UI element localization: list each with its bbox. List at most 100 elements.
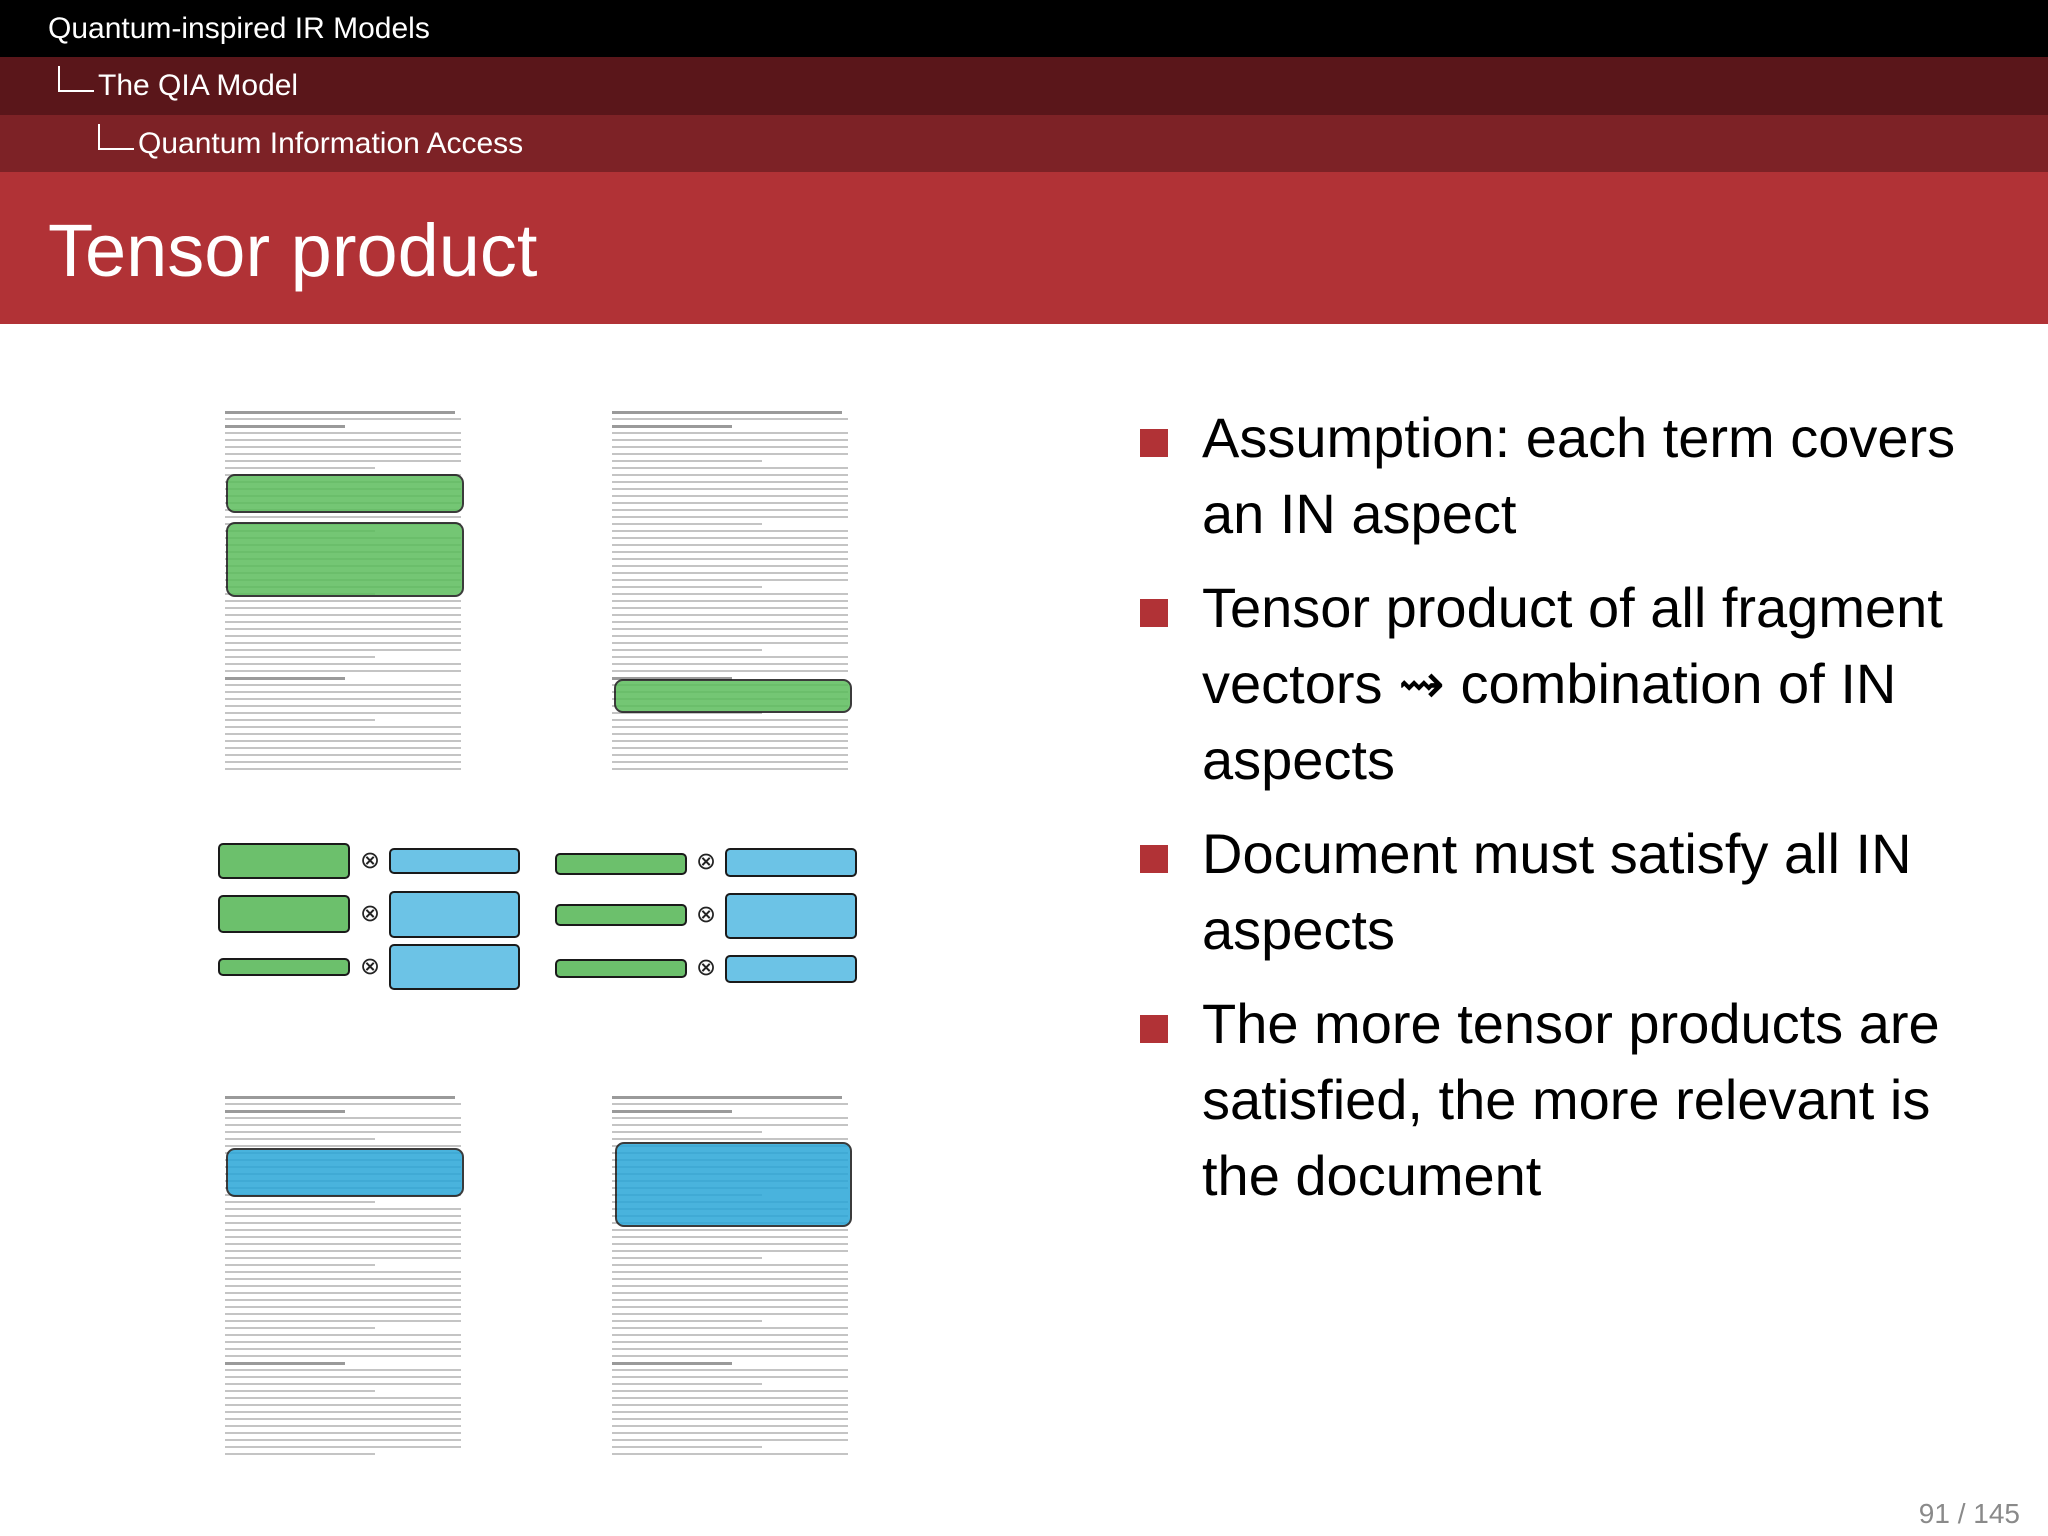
bullet-item: The more tensor products are satisfied, … [1140,986,1960,1214]
term-fragment-bar [218,895,350,933]
thumbnail-text-line [225,1243,461,1245]
thumbnail-text-line [612,460,762,462]
bullet-text: Document must satisfy all IN aspects [1202,822,1912,961]
thumbnail-text-line [612,453,848,455]
thumbnail-text-line [612,670,848,672]
thumbnail-text-line [612,607,848,609]
thumbnail-text-line [612,1348,848,1350]
thumbnail-text-line [225,635,461,637]
thumbnail-heading-line [225,1096,455,1099]
thumbnail-text-line [225,1257,461,1259]
bullet-list: Assumption: each term covers an IN aspec… [1140,400,1960,1232]
thumbnail-text-line [612,621,848,623]
thumbnail-text-line [225,642,461,644]
bullet-square-icon [1140,429,1168,457]
thumbnail-text-line [612,754,848,756]
thumbnail-text-line [225,1215,461,1217]
thumbnail-text-line [225,1103,461,1105]
thumbnail-text-line [612,1341,848,1343]
thumbnail-text-line [225,1201,375,1203]
thumbnail-text-line [612,523,762,525]
thumbnail-text-line [612,719,848,721]
document-fragment-bar [389,944,520,990]
thumbnail-text-line [225,740,461,742]
term-fragment-bar [218,958,350,976]
document-page-thumbnail [225,1090,465,1466]
tensor-product-icon: ⊗ [359,900,381,927]
slide-title: Tensor product [48,209,538,292]
thumbnail-text-line [612,768,848,770]
thumbnail-text-line [612,439,848,441]
thumbnail-text-line [225,446,461,448]
thumbnail-text-line [225,663,461,665]
thumbnail-text-line [612,1369,848,1371]
thumbnail-text-line [225,1278,461,1280]
tree-corner-icon [98,123,134,150]
thumbnail-text-line [225,1264,375,1266]
thumbnail-text-line [225,1334,461,1336]
thumbnail-heading-line [612,1096,842,1099]
thumbnail-text-line [225,1369,461,1371]
thumbnail-text-line [225,418,461,420]
thumbnail-text-line [225,516,461,518]
thumbnail-text-line [225,1292,461,1294]
thumbnail-text-line [225,768,461,770]
breadcrumb-section-label: Quantum-inspired IR Models [48,12,430,45]
thumbnail-text-line [612,537,848,539]
thumbnail-text-line [225,1453,375,1455]
thumbnail-text-line [612,1229,848,1231]
thumbnail-text-line [612,1138,848,1140]
thumbnail-text-line [225,698,461,700]
thumbnail-text-line [612,1236,848,1238]
thumbnail-text-line [612,1432,848,1434]
thumbnail-text-line [225,1397,461,1399]
thumbnail-text-line [225,1131,461,1133]
thumbnail-text-line [612,1264,848,1266]
thumbnail-text-line [612,1327,848,1329]
thumbnail-text-line [225,432,461,434]
thumbnail-text-line [612,481,848,483]
thumbnail-text-line [612,1306,848,1308]
thumbnail-heading-line [612,1362,732,1365]
thumbnail-text-line [225,1313,461,1315]
thumbnail-text-line [612,488,848,490]
thumbnail-text-line [612,1243,848,1245]
tree-corner-icon [58,66,94,92]
thumbnail-text-line [612,1271,848,1273]
thumbnail-text-line [225,1250,461,1252]
term-fragment-bar [218,843,350,879]
thumbnail-text-line [225,600,461,602]
thumbnail-text-line [225,1425,461,1427]
thumbnail-text-line [225,656,375,658]
thumbnail-text-line [612,1131,762,1133]
thumbnail-text-line [225,1124,461,1126]
document-fragment-bar [725,848,857,877]
document-fragment-bar [725,955,857,983]
thumbnail-text-line [612,572,848,574]
thumbnail-text-line [612,551,848,553]
thumbnail-text-line [612,663,848,665]
term-fragment-bar [555,904,687,926]
thumbnail-text-line [612,1355,848,1357]
thumbnail-text-line [612,1334,848,1336]
thumbnail-text-line [225,1376,461,1378]
thumbnail-text-line [612,1278,848,1280]
thumbnail-text-line [612,474,848,476]
thumbnail-text-line [612,446,848,448]
thumbnail-text-line [225,1285,461,1287]
thumbnail-text-line [225,1327,375,1329]
thumbnail-text-line [612,1446,762,1448]
thumbnail-text-line [225,726,461,728]
thumbnail-text-line [612,614,848,616]
thumbnail-text-line [225,1404,461,1406]
thumbnail-text-line [225,691,461,693]
thumbnail-text-line [225,719,375,721]
thumbnail-text-line [612,656,848,658]
thumbnail-text-line [612,1439,848,1441]
title-bar: Tensor product [0,172,2048,324]
thumbnail-text-line [612,586,762,588]
thumbnail-text-line [612,1453,848,1455]
breadcrumb-subsubsection: Quantum Information Access [0,115,2048,172]
highlight-blue [615,1142,852,1227]
thumbnail-text-line [225,460,461,462]
